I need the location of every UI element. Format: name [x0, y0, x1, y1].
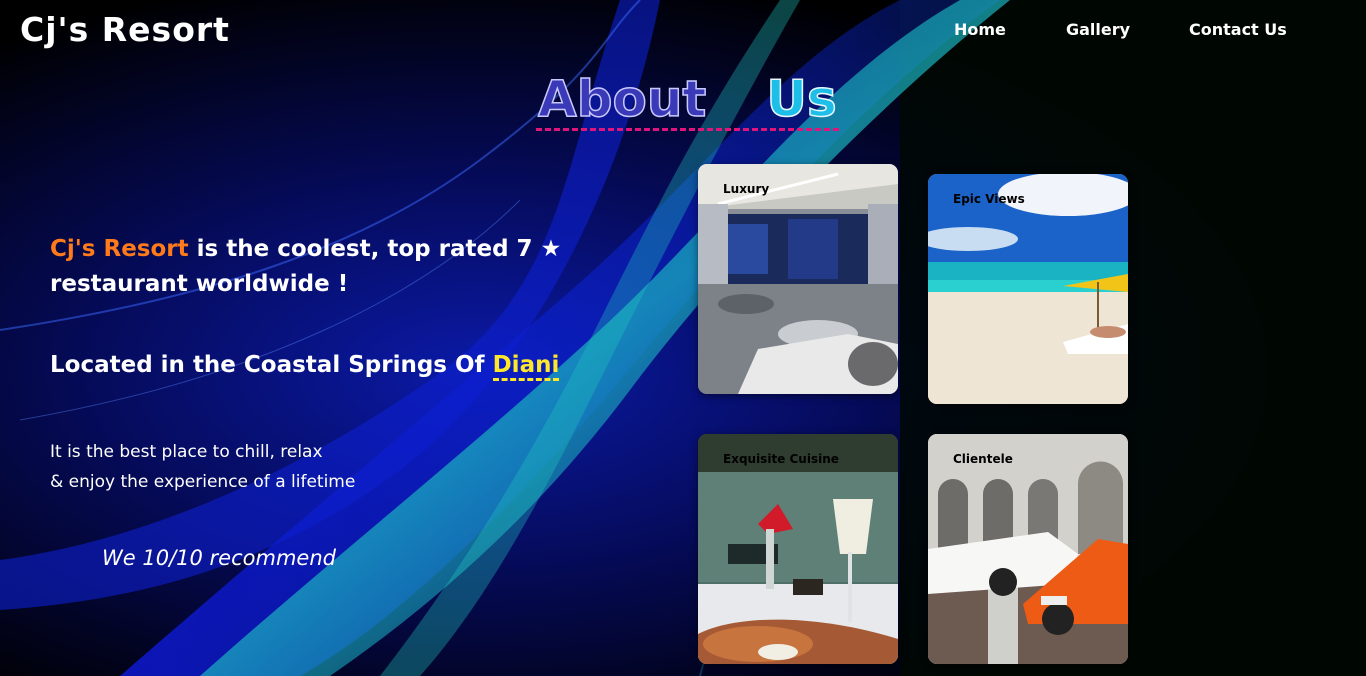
- nav-contact-link[interactable]: Contact Us: [1189, 20, 1287, 39]
- luxury-image: [698, 164, 898, 394]
- intro-text: Cj's Resort is the coolest, top rated 7 …: [50, 232, 610, 302]
- gallery-card-epic-views[interactable]: Epic Views: [928, 174, 1128, 404]
- recommend-text: We 10/10 recommend: [102, 546, 336, 570]
- intro-brand-name: Cj's Resort: [50, 236, 189, 262]
- card-label-clientele: Clientele: [953, 452, 1013, 466]
- main-nav: Home Gallery Contact Us: [0, 20, 1366, 44]
- star-icon: ★: [540, 236, 562, 262]
- nav-gallery-link[interactable]: Gallery: [1066, 20, 1130, 39]
- intro-text-2: restaurant worldwide !: [50, 271, 349, 297]
- gallery-card-clientele[interactable]: Clientele: [928, 434, 1128, 664]
- location-place: Diani: [492, 352, 560, 381]
- intro-text-1: is the coolest, top rated 7: [196, 236, 533, 262]
- chill-line-2: & enjoy the experience of a lifetime: [50, 472, 356, 492]
- card-label-luxury: Luxury: [723, 182, 770, 196]
- location-text: Located in the Coastal Springs Of Diani: [50, 352, 560, 381]
- us-word: Us: [766, 69, 838, 129]
- about-word: About: [537, 69, 707, 129]
- location-prefix: Located in the Coastal Springs Of: [50, 352, 485, 378]
- clientele-cars-image: [928, 434, 1128, 664]
- card-label-epic-views: Epic Views: [953, 192, 1025, 206]
- gallery-card-luxury[interactable]: Luxury: [698, 164, 898, 394]
- beach-image: [928, 174, 1128, 404]
- card-label-exquisite-cuisine: Exquisite Cuisine: [723, 452, 839, 466]
- gallery-card-exquisite-cuisine[interactable]: Exquisite Cuisine: [698, 434, 898, 664]
- chill-text: It is the best place to chill, relax & e…: [50, 437, 450, 497]
- chill-line-1: It is the best place to chill, relax: [50, 442, 323, 462]
- about-us-heading: About Us: [536, 69, 839, 131]
- cuisine-image: [698, 434, 898, 664]
- nav-home-link[interactable]: Home: [954, 20, 1006, 39]
